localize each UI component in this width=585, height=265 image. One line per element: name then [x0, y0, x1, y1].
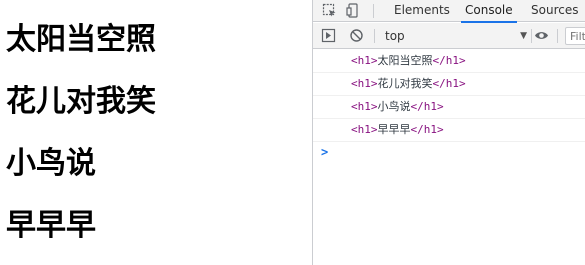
close-tag: </h1>	[432, 77, 466, 90]
console-log-row[interactable]: <h1>小鸟说</h1>	[313, 96, 585, 119]
device-toolbar-icon[interactable]	[346, 3, 361, 18]
open-tag: <h1>	[351, 123, 378, 136]
devtools-panel: Elements Console Sources top ▼ Filt <h1>…	[312, 0, 585, 265]
eye-icon[interactable]	[534, 28, 549, 43]
console-toolbar: top ▼	[313, 23, 585, 49]
show-sidebar-icon[interactable]	[321, 28, 336, 43]
tab-console-label: Console	[465, 3, 513, 17]
tab-sources-label: Sources	[531, 3, 579, 17]
context-value: top	[385, 29, 405, 43]
open-tag: <h1>	[351, 100, 378, 113]
close-tag: </h1>	[432, 54, 466, 67]
tab-console[interactable]: Console	[461, 0, 517, 23]
console-log-row[interactable]: <h1>太阳当空照</h1>	[313, 50, 585, 73]
console-log-row[interactable]: <h1>花儿对我笑</h1>	[313, 73, 585, 96]
screen: 太阳当空照 花儿对我笑 小鸟说 早早早 Elements Console Sou…	[0, 0, 585, 265]
close-tag: </h1>	[410, 100, 444, 113]
console-output: <h1>太阳当空照</h1> <h1>花儿对我笑</h1> <h1>小鸟说</h…	[313, 50, 585, 265]
log-text: 早早早	[377, 123, 411, 136]
open-tag: <h1>	[351, 77, 378, 90]
tabbar-divider	[373, 4, 374, 18]
toolbar-divider-3	[557, 29, 558, 43]
clear-console-icon[interactable]	[349, 28, 364, 43]
open-tag: <h1>	[351, 54, 378, 67]
tab-elements-label: Elements	[394, 3, 450, 17]
tab-sources[interactable]: Sources	[531, 0, 578, 22]
log-text: 小鸟说	[377, 100, 411, 113]
close-tag: </h1>	[410, 123, 444, 136]
context-selector[interactable]: top ▼	[381, 27, 529, 45]
prompt-chevron-icon: >	[321, 145, 329, 159]
heading-2: 花儿对我笑	[6, 84, 156, 119]
heading-3: 小鸟说	[6, 146, 96, 181]
log-text: 花儿对我笑	[377, 77, 433, 90]
log-text: 太阳当空照	[377, 54, 433, 67]
console-log-row[interactable]: <h1>早早早</h1>	[313, 119, 585, 142]
heading-4: 早早早	[6, 208, 96, 243]
heading-1: 太阳当空照	[6, 22, 156, 57]
filter-input[interactable]	[565, 27, 585, 45]
devtools-tabbar: Elements Console Sources	[313, 0, 585, 23]
toolbar-divider	[374, 29, 375, 43]
inspect-element-icon[interactable]	[322, 3, 337, 18]
toolbar-divider-2	[531, 29, 532, 43]
rendered-page: 太阳当空照 花儿对我笑 小鸟说 早早早	[0, 0, 312, 265]
tab-elements[interactable]: Elements	[394, 0, 450, 22]
dropdown-arrow-icon: ▼	[520, 31, 527, 41]
console-prompt[interactable]: >	[313, 142, 585, 164]
